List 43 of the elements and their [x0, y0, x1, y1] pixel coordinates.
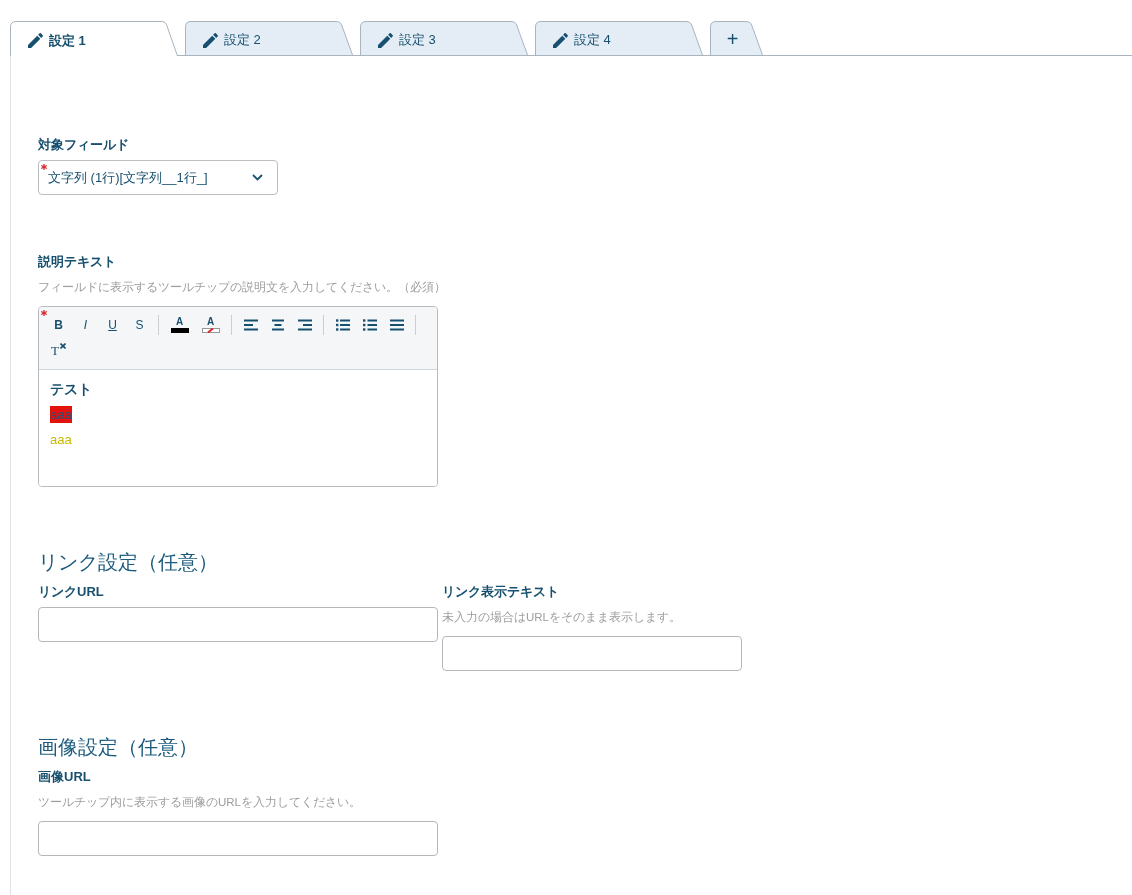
tab[interactable]: 設定 2	[185, 21, 353, 55]
chevron-down-icon	[252, 174, 263, 181]
underline-button[interactable]: U	[99, 312, 126, 338]
field-label: 対象フィールド	[38, 136, 130, 154]
strikethrough-button[interactable]: S	[126, 312, 153, 338]
align-right-icon	[297, 319, 312, 331]
hint-text: 未入力の場合はURLをそのまま表示します。	[442, 610, 682, 625]
text-input-field[interactable]	[38, 821, 438, 856]
pencil-icon	[203, 32, 218, 48]
justify-icon	[389, 319, 404, 331]
pencil-icon	[378, 32, 393, 48]
bold-text: テスト	[50, 380, 92, 399]
tab[interactable]: 設定 3	[360, 21, 528, 55]
pencil-icon	[28, 33, 43, 48]
hint-text: ツールチップ内に表示する画像のURLを入力してください。	[38, 795, 362, 810]
tab[interactable]: 設定 4	[535, 21, 703, 55]
field-label: 画像URL	[38, 768, 92, 786]
hint-text: フィールドに表示するツールチップの説明文を入力してください。（必須）	[38, 280, 447, 295]
bold-button[interactable]: B	[45, 312, 72, 338]
x-mark-icon	[59, 343, 66, 349]
background-color-button[interactable]: A	[195, 312, 226, 338]
highlighted-text: aaa	[50, 406, 72, 423]
add-tab-button[interactable]: +	[710, 21, 763, 55]
list-icon	[362, 319, 377, 331]
field-label: リンク表示テキスト	[442, 583, 560, 601]
text-input-field[interactable]	[442, 636, 742, 671]
align-center-icon	[270, 319, 285, 331]
bullet-list-icon	[335, 319, 350, 331]
section-heading: 画像設定（任意）	[38, 735, 199, 760]
tab[interactable]: 設定 1	[10, 21, 178, 56]
colored-text: aaa	[50, 431, 72, 448]
clear-format-button[interactable]: T	[45, 339, 72, 365]
text-color-button[interactable]: A	[164, 312, 195, 338]
section-heading: リンク設定（任意）	[38, 550, 219, 575]
no-color-swatch-icon	[201, 328, 220, 333]
italic-button[interactable]: I	[72, 312, 99, 338]
pencil-icon	[553, 32, 568, 48]
field-select[interactable]: 文字列 (1行)[文字列__1行_]	[38, 160, 278, 195]
field-label: リンクURL	[38, 583, 105, 601]
color-bar-icon	[170, 328, 189, 333]
align-left-icon	[243, 319, 258, 331]
text-input-field[interactable]	[38, 607, 438, 642]
field-label: 説明テキスト	[38, 253, 117, 271]
